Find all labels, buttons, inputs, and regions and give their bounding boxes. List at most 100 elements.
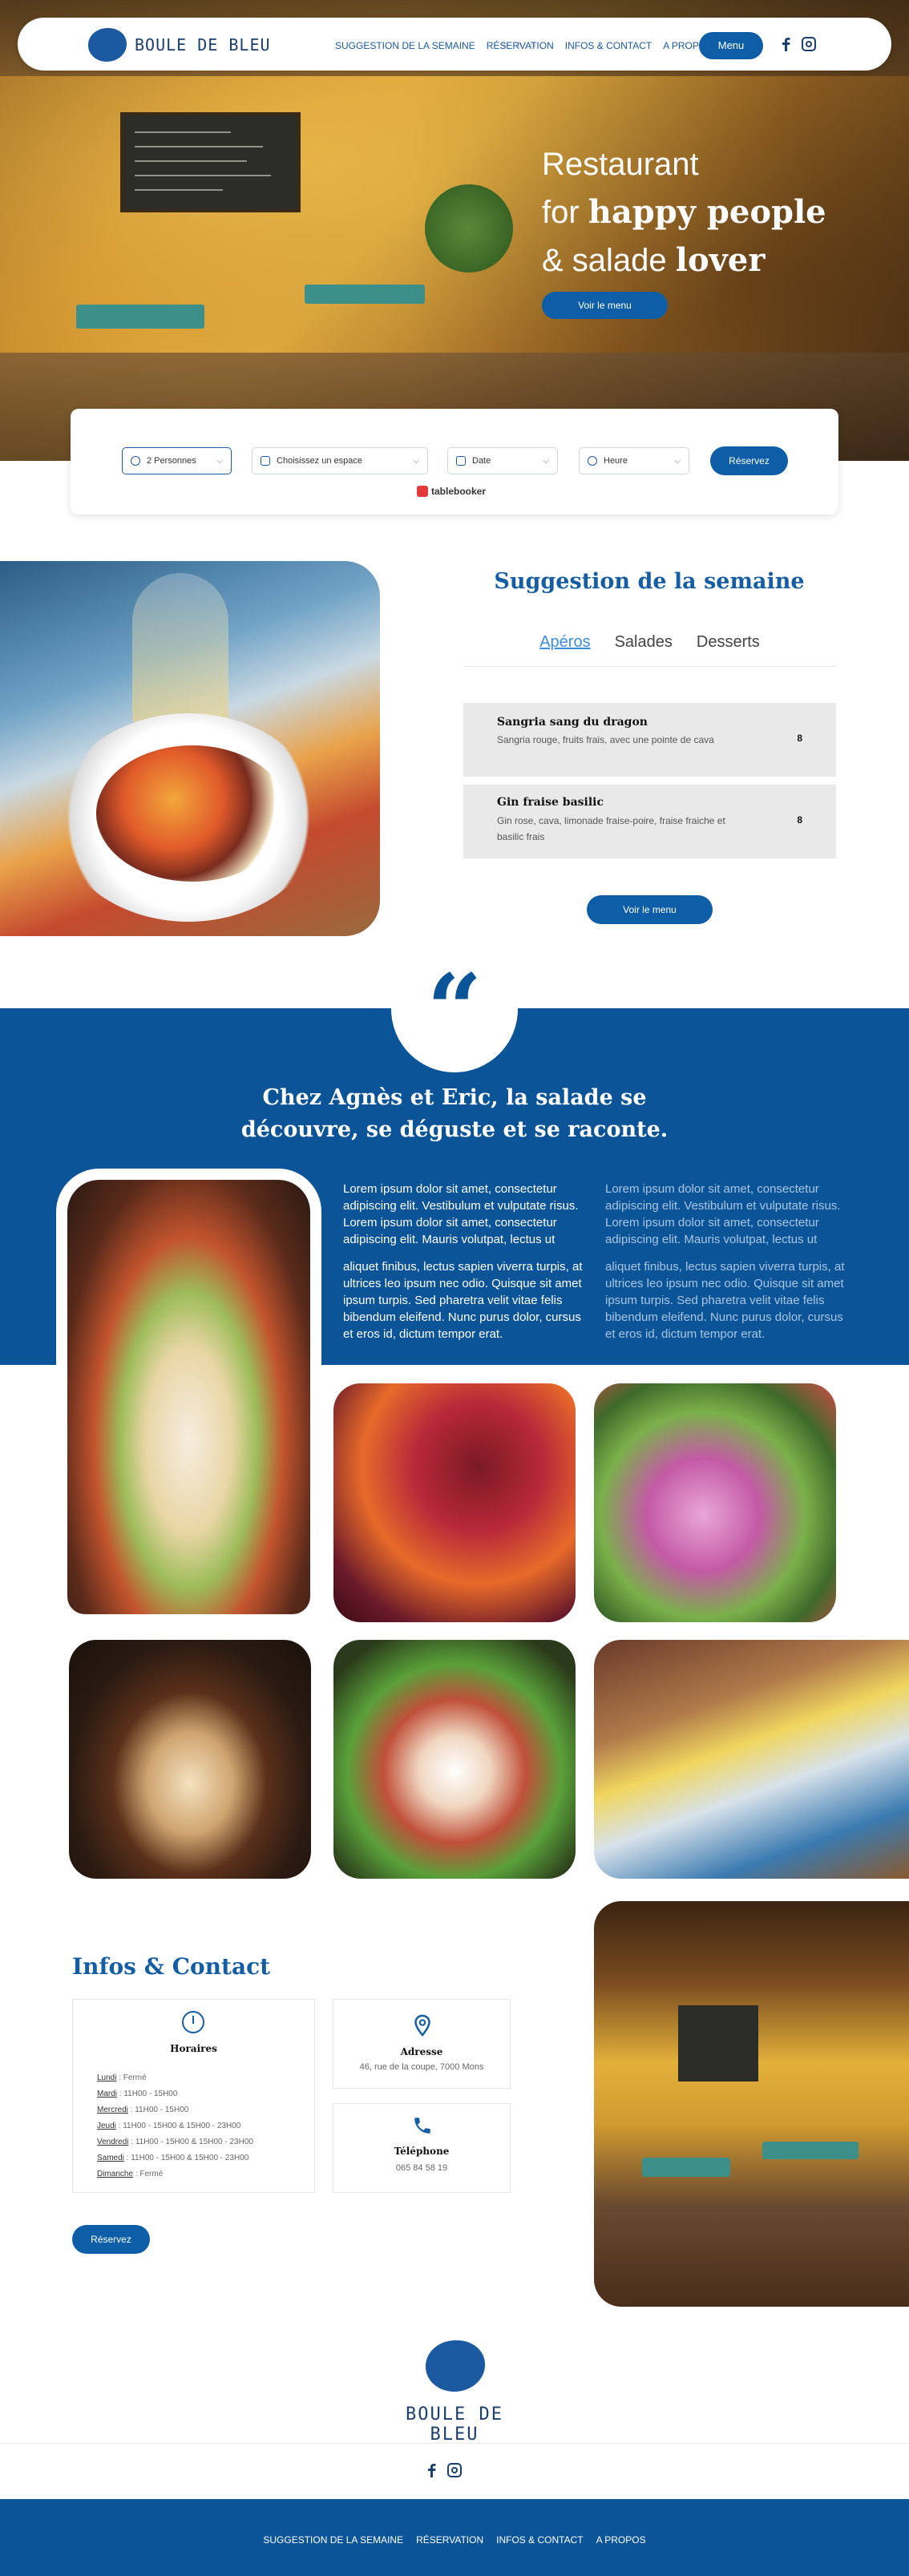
facebook-icon[interactable] <box>426 2463 436 2477</box>
suggestion-photo-food <box>96 745 289 882</box>
person-icon <box>131 456 140 466</box>
hours-row: Mercredi : 11H00 - 15H00 <box>97 2106 189 2114</box>
navbar: BOULE DE BLEU SUGGESTION DE LA SEMAINE R… <box>18 18 891 71</box>
tab-aperos[interactable]: Apéros <box>539 633 590 666</box>
about-title-line2: découvre, se déguste et se raconte. <box>240 1117 669 1142</box>
gallery-photo-terrace <box>594 1640 909 1879</box>
about-title-line1: Chez Agnès et Eric, la salade se <box>262 1085 647 1110</box>
suggestion-tabs: Apéros Salades Desserts <box>463 633 836 667</box>
hero-menu-button[interactable]: Voir le menu <box>542 292 668 319</box>
infos-reserve-button[interactable]: Réservez <box>72 2225 150 2254</box>
footer-link-reservation[interactable]: RÉSERVATION <box>416 2534 483 2546</box>
instagram-icon[interactable] <box>802 37 816 51</box>
space-select[interactable]: Choisissez un espace ⌵ <box>252 447 428 474</box>
chevron-down-icon: ⌵ <box>674 456 681 466</box>
hours-row: Samedi : 11H00 - 15H00 & 15H00 - 23H00 <box>97 2154 249 2162</box>
hero-title-line2: for happy people <box>542 188 826 236</box>
nav-link-suggestion[interactable]: SUGGESTION DE LA SEMAINE <box>335 40 475 51</box>
space-value: Choisissez un espace <box>277 456 363 466</box>
nav-links: SUGGESTION DE LA SEMAINE RÉSERVATION INF… <box>335 40 713 51</box>
quote-icon: “ <box>426 953 483 1066</box>
date-value: Date <box>472 456 491 466</box>
phone-icon <box>414 2118 430 2134</box>
footer-logo-text[interactable]: BOULE DE BLEU <box>401 2404 508 2445</box>
calendar-icon <box>456 456 466 466</box>
hours-row: Lundi : Fermé <box>97 2073 147 2082</box>
suggestion-photo-glass <box>132 573 228 725</box>
suggestion-menu-button[interactable]: Voir le menu <box>587 895 713 924</box>
hours-row: Dimanche : Fermé <box>97 2170 164 2178</box>
chevron-down-icon: ⌵ <box>543 456 549 466</box>
clock-icon <box>182 2011 204 2033</box>
gallery-photo-plate <box>333 1640 576 1879</box>
menu-item-name: Gin fraise basilic <box>497 796 604 809</box>
interior-photo-table <box>642 2158 730 2177</box>
quote-circle: “ <box>391 946 518 1072</box>
gallery-photo-sangria <box>333 1383 576 1622</box>
nav-link-reservation[interactable]: RÉSERVATION <box>487 40 554 51</box>
date-select[interactable]: Date ⌵ <box>447 447 558 474</box>
about-paragraph: aliquet finibus, lectus sapien viverra t… <box>605 1260 845 1341</box>
footer-social <box>426 2463 462 2477</box>
footer-logo-mark[interactable] <box>426 2340 485 2392</box>
chevron-down-icon: ⌵ <box>216 456 223 466</box>
menu-item: Sangria sang du dragon Sangria rouge, fr… <box>463 703 836 777</box>
menu-item: Gin fraise basilic Gin rose, cava, limon… <box>463 785 836 858</box>
address-value: 46, rue de la coupe, 7000 Mons <box>359 2062 484 2072</box>
phone-card: Téléphone 065 84 58 19 <box>333 2103 511 2193</box>
menu-item-price: 8 <box>797 733 802 744</box>
footer-divider <box>0 2443 909 2444</box>
hours-row: Jeudi : 11H00 - 15H00 & 15H00 - 23H00 <box>97 2122 241 2130</box>
hero-title-line3-bold: lover <box>675 241 766 279</box>
nav-link-infos[interactable]: INFOS & CONTACT <box>565 40 652 51</box>
phone-title: Téléphone <box>394 2146 450 2157</box>
gallery-photo-gin <box>594 1383 836 1622</box>
restaurant-interior-photo <box>594 1901 909 2307</box>
hours-row: Mardi : 11H00 - 15H00 <box>97 2089 178 2098</box>
tablebooker-icon <box>417 486 428 497</box>
hours-list: Lundi : Fermé Mardi : 11H00 - 15H00 Merc… <box>97 2070 253 2182</box>
nav-menu-button[interactable]: Menu <box>699 32 763 59</box>
hero-title-line1: Restaurant <box>542 147 699 182</box>
tab-salades[interactable]: Salades <box>615 633 673 666</box>
footer-link-apropos[interactable]: A PROPOS <box>596 2534 646 2546</box>
location-pin-icon <box>414 2014 430 2037</box>
about-title: Chez Agnès et Eric, la salade se découvr… <box>208 1082 701 1146</box>
tablebooker-label: tablebooker <box>431 486 487 497</box>
time-select[interactable]: Heure ⌵ <box>579 447 689 474</box>
logo-mark[interactable] <box>88 28 127 62</box>
clock-icon <box>588 456 597 466</box>
menu-item-desc: Sangria rouge, fruits frais, avec une po… <box>497 734 714 745</box>
facebook-icon[interactable] <box>781 37 790 51</box>
interior-photo-table <box>762 2142 858 2159</box>
about-text-right: Lorem ipsum dolor sit amet, consectetur … <box>605 1181 846 1353</box>
booking-submit-button[interactable]: Réservez <box>710 446 788 475</box>
chevron-down-icon: ⌵ <box>413 456 419 466</box>
hours-row: Vendredi : 11H00 - 15H00 & 15H00 - 23H00 <box>97 2138 253 2146</box>
hours-title: Horaires <box>170 2043 217 2054</box>
footer-bar: SUGGESTION DE LA SEMAINE RÉSERVATION INF… <box>0 2499 909 2576</box>
about-paragraph: Lorem ipsum dolor sit amet, consectetur … <box>605 1182 841 1246</box>
time-value: Heure <box>604 456 628 466</box>
gallery-photo-salad <box>56 1169 321 1625</box>
footer-link-infos[interactable]: INFOS & CONTACT <box>496 2534 583 2546</box>
footer-links: SUGGESTION DE LA SEMAINE RÉSERVATION INF… <box>0 2534 909 2546</box>
address-card: Adresse 46, rue de la coupe, 7000 Mons <box>333 1999 511 2089</box>
logo-text[interactable]: BOULE DE BLEU <box>135 35 271 55</box>
hero-title-line3-light: & salade <box>542 243 676 278</box>
gallery-photo-cheesecake <box>69 1640 311 1879</box>
tab-desserts[interactable]: Desserts <box>697 633 760 666</box>
hero-title-line2-bold: happy people <box>588 193 826 231</box>
footer-link-suggestion[interactable]: SUGGESTION DE LA SEMAINE <box>263 2534 403 2546</box>
menu-item-desc: Gin rose, cava, limonade fraise-poire, f… <box>497 815 725 842</box>
address-title: Adresse <box>400 2046 443 2057</box>
persons-select[interactable]: 2 Personnes ⌵ <box>122 447 232 474</box>
hero-title: Restaurant for happy people & salade lov… <box>542 140 826 285</box>
instagram-icon[interactable] <box>447 2463 462 2477</box>
about-text-left: Lorem ipsum dolor sit amet, consectetur … <box>343 1181 584 1353</box>
phone-value[interactable]: 065 84 58 19 <box>333 2163 510 2173</box>
menu-item-name: Sangria sang du dragon <box>497 716 648 729</box>
about-paragraph: Lorem ipsum dolor sit amet, consectetur … <box>343 1182 579 1246</box>
nav-social <box>781 37 816 51</box>
booking-widget: 2 Personnes ⌵ Choisissez un espace ⌵ Dat… <box>71 409 838 515</box>
